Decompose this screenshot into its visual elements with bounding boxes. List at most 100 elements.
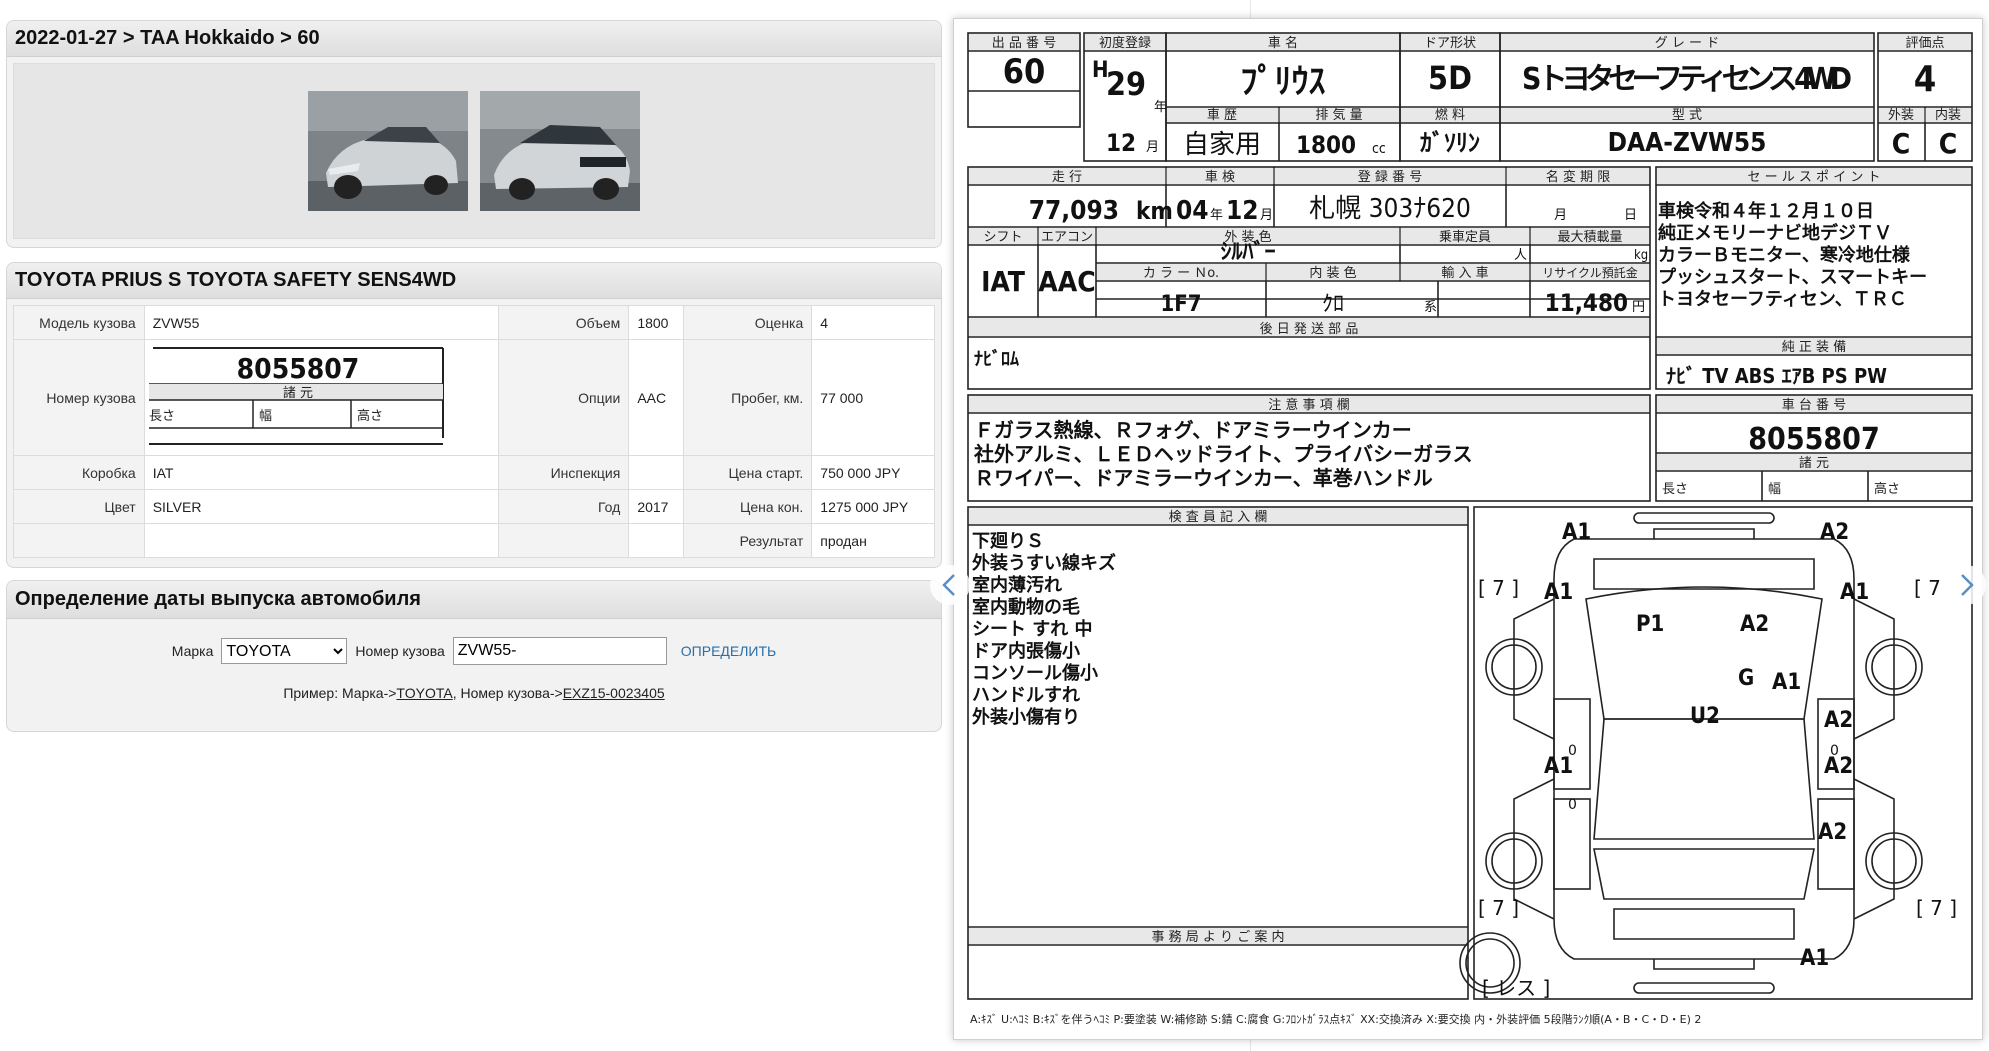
sheet-insp-month: 12 [1226, 196, 1259, 226]
notes-line: 社外アルミ、ＬＥＤヘッドライト、プライバシーガラス [973, 442, 1473, 466]
car-photo-front[interactable] [308, 91, 468, 211]
sheet-h-recycle: リサイクル預託金 [1542, 265, 1637, 280]
sheet-h-load: 最大積載量 [1557, 230, 1622, 245]
mileage-value: 77 000 [811, 339, 935, 456]
body-number-text: 8055807 [236, 352, 359, 385]
sheet-equip: ﾅﾋﾞ TV ABS ｴｱB PS PW [1666, 364, 1887, 388]
photo-gallery [13, 63, 935, 239]
sheet-car-name: ﾌﾟﾘｳｽ [1241, 62, 1326, 102]
gearbox-label: Коробка [13, 455, 145, 490]
notes-line: Ｒワイパー、ドアミラーウインカー、革巻ハンドル [974, 466, 1433, 490]
sheet-wid: 幅 [1768, 482, 1781, 497]
tire-rr: [ 7 ] [1916, 896, 1957, 920]
inspector-line: 下廻りＳ [972, 531, 1044, 552]
start-price-value: 750 000 JPY [811, 455, 935, 490]
sheet-h-color-no: カ ラ ー Ｎo. [1143, 266, 1219, 281]
make-label: Марка [171, 643, 214, 659]
sheet-h-door: ドア形状 [1424, 36, 1476, 51]
sheet-mileage: 77,093 [1029, 196, 1119, 226]
year-value: 2017 [628, 489, 684, 524]
inspection-label: Инспекция [497, 455, 630, 490]
tire-rl: [ 7 ] [1478, 896, 1519, 920]
sheet-chassis: 8055807 [1748, 422, 1879, 457]
sheet-rename-month: 月 [1554, 208, 1567, 223]
inspector-line: シート すれ 中 [972, 618, 1093, 640]
chevron-left-icon [942, 574, 955, 596]
damage-mark: A1 [1544, 580, 1573, 605]
prev-arrow[interactable] [930, 565, 970, 605]
next-arrow[interactable] [1946, 565, 1986, 605]
body-number-spec-label: 諸 元 [283, 385, 313, 401]
sheet-interior: ｸﾛ [1322, 292, 1344, 317]
result-label: Результат [682, 523, 813, 558]
auction-sheet-drawing: 出 品 番 号 初度登録 車 名 ドア形状 グ レ ー ド 評価点 車 歴 排 … [967, 32, 1973, 1026]
height-label: 高さ [357, 408, 383, 424]
damage-mark: A1 [1562, 520, 1591, 545]
sheet-h-inspector: 検 査 員 記 入 欄 [1169, 509, 1268, 525]
options-value: AAC [628, 339, 684, 456]
date-tool-form: Марка TOYOTA Номер кузова ОПРЕДЕЛИТЬ [7, 637, 941, 665]
sheet-h-chassis: 車 台 番 号 [1782, 398, 1846, 413]
sheet-door: 5D [1428, 59, 1472, 97]
sheet-h-notes: 注 意 事 項 欄 [1268, 397, 1350, 413]
sheet-len: 長さ [1662, 482, 1688, 497]
zero-mark: 0 [1568, 743, 1577, 759]
sheet-h-lot: 出 品 番 号 [992, 36, 1056, 51]
sheet-year-unit: 年 [1154, 100, 1167, 115]
length-label: 長さ [149, 409, 175, 424]
sheet-mileage-unit: km [1136, 197, 1173, 225]
grade-value: 4 [811, 305, 935, 340]
sheet-fuel: ｶﾞｿﾘﾝ [1420, 129, 1480, 157]
sheet-history: 自家用 [1183, 130, 1261, 160]
sheet-h-mileage: 走 行 [1052, 170, 1082, 185]
car-front-image [308, 91, 468, 211]
tire-spare: [ レス ] [1482, 976, 1550, 1000]
inspection-value [628, 455, 684, 490]
make-select[interactable]: TOYOTA [221, 638, 348, 664]
sheet-recycle-unit: 円 [1632, 300, 1645, 315]
sheet-h-fuel: 燃 料 [1435, 107, 1465, 123]
sheet-h-inspect: 車 検 [1205, 170, 1235, 185]
sheet-month: 12 [1106, 129, 1136, 157]
spec-table: Модель кузова ZVW55 Объем 1800 Оценка 4 … [13, 305, 935, 558]
width-label: 幅 [259, 409, 272, 424]
sheet-h-rename: 名 変 期 限 [1546, 169, 1610, 185]
car-photo-rear[interactable] [480, 91, 640, 211]
sheet-hei: 高さ [1874, 481, 1900, 497]
sheet-h-import: 輸 入 車 [1441, 266, 1488, 281]
end-price-label: Цена кон. [682, 489, 813, 524]
tire-fr: [ 7 [1914, 576, 1941, 600]
sheet-ext: C [1892, 127, 1910, 160]
sheet-shift: IAT [981, 265, 1026, 298]
sheet-h-equip: 純 正 装 備 [1782, 339, 1846, 355]
sheet-h-grade: グ レ ー ド [1655, 36, 1719, 51]
body-number-input[interactable] [452, 637, 667, 665]
table-row: Коробка IAT Инспекция Цена старт. 750 00… [13, 455, 935, 490]
car-rear-image [480, 91, 640, 211]
sheet-h-sales: セ ー ル ス ポ イ ン ト [1748, 170, 1881, 185]
sheet-h-int: 内装 [1935, 107, 1961, 123]
table-row: Результат продан [13, 523, 935, 558]
sheet-ac: AAC [1038, 265, 1095, 298]
damage-mark: A1 [1800, 946, 1829, 971]
sheet-h-spec: 諸 元 [1799, 455, 1829, 471]
damage-mark: U2 [1690, 704, 1720, 729]
color-label: Цвет [13, 489, 145, 524]
sheet-load-unit: kg [1634, 248, 1648, 263]
date-tool-panel: Определение даты выпуска автомобиля Марк… [6, 580, 942, 732]
determine-button[interactable]: ОПРЕДЕЛИТЬ [681, 643, 776, 659]
sheet-color-no: 1F7 [1160, 292, 1201, 317]
inspector-line: 外装小傷有り [972, 706, 1080, 728]
chevron-right-icon [1961, 574, 1974, 596]
sheet-year: 29 [1106, 65, 1146, 103]
example-body-link[interactable]: EXZ15-0023405 [563, 685, 665, 701]
mileage-label: Пробег, км. [682, 339, 813, 456]
damage-mark: A2 [1824, 708, 1853, 733]
notes-line: Ｆガラス熱線、Ｒフォグ、ドアミラーウインカー [974, 418, 1412, 442]
sheet-insp-month-unit: 月 [1260, 208, 1273, 223]
gearbox-value: IAT [143, 455, 499, 490]
photo-panel: 2022-01-27 > TAA Hokkaido > 60 [6, 20, 942, 248]
example-make-link[interactable]: TOYOTA [396, 685, 452, 701]
damage-mark: P1 [1636, 612, 1664, 637]
sheet-h-model: 型 式 [1672, 108, 1702, 123]
